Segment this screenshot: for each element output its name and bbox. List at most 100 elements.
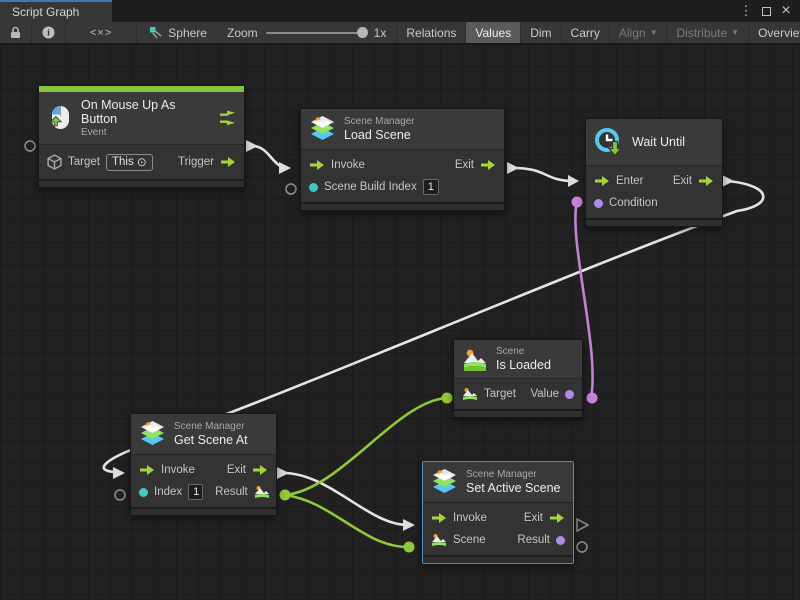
port-event-trigger-out[interactable] bbox=[246, 140, 258, 152]
graph-toolbar: i <×> Sphere Zoom 1x Relations Values Di… bbox=[0, 22, 800, 44]
arrow-setactive-invoke-in[interactable] bbox=[403, 519, 415, 531]
green-arrow-icon[interactable] bbox=[549, 512, 565, 524]
green-arrow-icon[interactable] bbox=[220, 156, 236, 168]
node-title: Load Scene bbox=[344, 128, 415, 142]
result-port-label: Result bbox=[215, 486, 248, 498]
scene-type-icon[interactable] bbox=[431, 533, 447, 547]
code-button[interactable]: <×> bbox=[66, 22, 137, 43]
target-port-label: Target bbox=[68, 156, 100, 168]
port-getsceneat-index-in[interactable] bbox=[115, 490, 125, 500]
arrow-waituntil-enter-in[interactable] bbox=[568, 175, 579, 187]
node-on-mouse-up-as-button[interactable]: On Mouse Up As Button Event Target bbox=[38, 85, 245, 188]
zoom-slider-knob[interactable] bbox=[357, 27, 368, 38]
node-category: Scene bbox=[496, 346, 551, 358]
node-subtitle: Event bbox=[81, 127, 203, 139]
mouse-icon bbox=[47, 104, 73, 132]
invoke-port-label: Invoke bbox=[161, 464, 195, 476]
invoke-port-label: Invoke bbox=[331, 159, 365, 171]
arrow-loadscene-invoke-in[interactable] bbox=[279, 162, 291, 174]
scene-result-port-dot[interactable] bbox=[556, 536, 565, 545]
align-button[interactable]: Align▼ bbox=[609, 22, 667, 43]
relations-button[interactable]: Relations bbox=[396, 22, 465, 43]
distribute-button[interactable]: Distribute▼ bbox=[666, 22, 748, 43]
port-isloaded-value-out[interactable] bbox=[587, 393, 598, 404]
port-getsceneat-exit-out[interactable] bbox=[277, 467, 289, 479]
arrow-getsceneat-invoke-in[interactable] bbox=[113, 467, 125, 479]
node-title: Wait Until bbox=[632, 135, 685, 149]
port-loadscene-index-in[interactable] bbox=[286, 184, 296, 194]
green-arrow-icon[interactable] bbox=[309, 159, 325, 171]
port-loadscene-exit-out[interactable] bbox=[507, 162, 519, 174]
node-title: On Mouse Up As Button bbox=[81, 98, 203, 127]
info-icon: i bbox=[42, 26, 55, 39]
green-arrow-icon[interactable] bbox=[698, 175, 714, 187]
scene-manager-icon bbox=[309, 115, 336, 143]
script-graph-icon bbox=[149, 26, 162, 39]
tab-script-graph[interactable]: Script Graph bbox=[0, 0, 112, 22]
zoom-control: Zoom 1x bbox=[217, 22, 396, 43]
tab-title: Script Graph bbox=[12, 5, 79, 19]
bool-port-dot[interactable] bbox=[594, 199, 603, 208]
node-footer bbox=[301, 202, 504, 210]
node-footer bbox=[39, 179, 244, 187]
green-arrow-icon[interactable] bbox=[480, 159, 496, 171]
object-picker-icon[interactable]: ⊙ bbox=[137, 155, 147, 169]
green-arrow-icon[interactable] bbox=[431, 512, 447, 524]
event-double-arrow-icon bbox=[219, 110, 236, 126]
script-graph-window: Script Graph ⋮ × i <×> Sphere bbox=[0, 0, 800, 600]
scene-port-label: Scene bbox=[453, 534, 486, 546]
node-get-scene-at[interactable]: Scene Manager Get Scene At Invoke Exit bbox=[130, 413, 277, 516]
port-event-target-in[interactable] bbox=[25, 141, 35, 151]
port-isloaded-target-in[interactable] bbox=[442, 393, 453, 404]
port-getsceneat-result-out[interactable] bbox=[280, 490, 291, 501]
overview-button[interactable]: Overview bbox=[748, 22, 800, 43]
dim-button[interactable]: Dim bbox=[520, 22, 560, 43]
int-port-dot[interactable] bbox=[139, 488, 148, 497]
port-waituntil-condition-in[interactable] bbox=[572, 197, 583, 208]
wire-loadscene-to-waituntil[interactable] bbox=[513, 168, 574, 181]
scene-build-index-label: Scene Build Index bbox=[324, 181, 417, 193]
index-field[interactable]: 1 bbox=[188, 484, 203, 500]
port-setactive-scene-in[interactable] bbox=[404, 542, 415, 553]
node-footer bbox=[423, 555, 573, 563]
node-set-active-scene[interactable]: Scene Manager Set Active Scene Invoke Ex… bbox=[422, 461, 574, 564]
carry-button[interactable]: Carry bbox=[561, 22, 609, 43]
target-object-field[interactable]: This ⊙ bbox=[106, 154, 153, 171]
values-button[interactable]: Values bbox=[465, 22, 520, 43]
enter-port-label: Enter bbox=[616, 175, 644, 187]
info-button[interactable]: i bbox=[32, 22, 66, 43]
window-controls: ⋮ × bbox=[738, 0, 800, 22]
scene-build-index-field[interactable]: 1 bbox=[423, 179, 439, 195]
zoom-slider[interactable] bbox=[266, 32, 366, 34]
trigger-port-label: Trigger bbox=[178, 156, 214, 168]
port-setactive-exit-out[interactable] bbox=[577, 519, 588, 531]
graph-breadcrumb[interactable]: Sphere bbox=[137, 22, 217, 43]
exit-port-label: Exit bbox=[524, 512, 543, 524]
chevron-down-icon: ▼ bbox=[650, 29, 658, 37]
lock-button[interactable] bbox=[0, 22, 32, 43]
zoom-label: Zoom bbox=[227, 26, 258, 40]
kebab-menu-icon[interactable]: ⋮ bbox=[738, 3, 754, 19]
node-category: Scene Manager bbox=[344, 116, 415, 128]
maximize-icon[interactable] bbox=[758, 3, 774, 19]
green-arrow-icon[interactable] bbox=[252, 464, 268, 476]
port-setactive-result-out[interactable] bbox=[577, 542, 587, 552]
green-arrow-icon[interactable] bbox=[139, 464, 155, 476]
invoke-port-label: Invoke bbox=[453, 512, 487, 524]
node-load-scene[interactable]: Scene Manager Load Scene Invoke Exit bbox=[300, 108, 505, 211]
green-arrow-icon[interactable] bbox=[594, 175, 610, 187]
graph-canvas[interactable]: On Mouse Up As Button Event Target bbox=[0, 44, 800, 600]
bool-port-dot[interactable] bbox=[565, 390, 574, 399]
index-port-label: Index bbox=[154, 486, 182, 498]
scene-type-icon[interactable] bbox=[462, 387, 478, 401]
code-icon: <×> bbox=[90, 27, 112, 39]
port-waituntil-exit-out[interactable] bbox=[722, 175, 734, 187]
object-name: Sphere bbox=[168, 26, 207, 40]
tab-bar: Script Graph ⋮ × bbox=[0, 0, 800, 22]
int-port-dot[interactable] bbox=[309, 183, 318, 192]
node-wait-until[interactable]: Wait Until Enter Exit Condit bbox=[585, 118, 723, 227]
scene-type-icon[interactable] bbox=[254, 485, 270, 499]
node-is-loaded[interactable]: Scene Is Loaded Target Value bbox=[453, 339, 583, 418]
close-icon[interactable]: × bbox=[778, 3, 794, 19]
node-footer bbox=[586, 218, 722, 226]
